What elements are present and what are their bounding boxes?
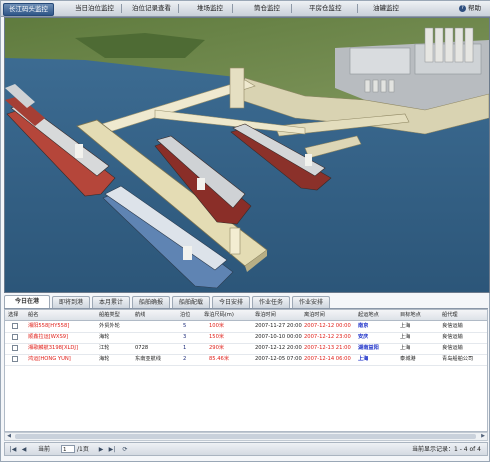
ship-name-link[interactable]: 顺鑫拉运[WXS9] [28, 332, 68, 342]
first-page-icon[interactable]: |◀ [9, 445, 17, 454]
tab-ship-confirm[interactable]: 船舶确报 [132, 296, 170, 308]
nav-item-yard-monitor[interactable]: 堆场监控 [197, 1, 223, 16]
tab-month-total[interactable]: 本月累计 [92, 296, 130, 308]
prev-page-icon[interactable]: ◀ [20, 445, 28, 454]
berth-time: 2007-12-05 07:00 [255, 356, 302, 362]
berth-size: 150米 [209, 334, 225, 340]
ship-name-link[interactable]: 鸿运[HONG YUN] [28, 354, 71, 364]
column-header[interactable]: 船代理 [442, 310, 458, 320]
nav-item-tank-monitor[interactable]: 油罐监控 [373, 1, 399, 16]
horizontal-scrollbar[interactable]: ◀ ▶ [4, 432, 488, 441]
tab-work-tasks[interactable]: 作业任务 [252, 296, 290, 308]
page-prefix: 当前 [38, 446, 51, 453]
column-header[interactable]: 船舶类型 [99, 310, 120, 320]
berth-size: 85.46米 [209, 356, 230, 362]
depart-time: 2007-12-13 21:00 [304, 345, 351, 351]
row-checkbox[interactable] [12, 334, 18, 340]
help-button[interactable]: ? 帮助 [459, 1, 481, 16]
app-title: 长江码头监控 [3, 3, 54, 16]
berth: 5 [183, 323, 187, 329]
pagination-bar: |◀ ◀ 当前 1 /1页 ▶ ▶| ⟳ 当前显示记录：1 - 4 of 4 [4, 442, 488, 456]
record-summary: 当前显示记录：1 - 4 of 4 [411, 446, 481, 453]
app-window: 长江码头监控 当日泊位监控 泊位记录查看 堆场监控 筒仓监控 平房仓监控 油罐监… [0, 0, 490, 462]
route: 0728 [135, 345, 149, 351]
nav-item-warehouse-monitor[interactable]: 平房仓监控 [309, 1, 342, 16]
destination: 上海 [400, 323, 411, 329]
tab-today-in-port[interactable]: 今日在港 [4, 295, 50, 308]
column-header[interactable]: 航线 [135, 310, 145, 320]
nav-separator [357, 4, 358, 13]
berth-size: 290米 [209, 345, 225, 351]
tab-today-schedule[interactable]: 今日安排 [212, 296, 250, 308]
nav-separator [121, 4, 122, 13]
destination: 上海 [400, 334, 411, 340]
destination: 泰城港 [400, 356, 416, 362]
agent: 良信运输 [442, 323, 463, 329]
table-header: 选择 船名 船舶类型 航线 泊位 靠泊尺码(m) 靠泊时间 离泊时间 起运地点 … [5, 310, 487, 321]
nav-separator [178, 4, 179, 13]
nav-item-berth-monitor[interactable]: 当日泊位监控 [75, 1, 114, 16]
row-checkbox[interactable] [12, 323, 18, 329]
berth: 3 [183, 334, 187, 340]
ship-name-link[interactable]: 湘阳558[HY558] [28, 321, 69, 331]
berth-time: 2007-10-10 00:00 [255, 334, 302, 340]
tab-work-arrangement[interactable]: 作业安排 [292, 296, 330, 308]
destination: 上海 [400, 345, 411, 351]
tab-bar: 今日在港 即将到港 本月累计 船舶确报 船舶配载 今日安排 作业任务 作业安排 [4, 294, 488, 309]
column-header[interactable]: 靠泊尺码(m) [204, 310, 234, 320]
row-checkbox[interactable] [12, 356, 18, 362]
scroll-right-icon[interactable]: ▶ [479, 433, 487, 440]
refresh-icon[interactable]: ⟳ [121, 445, 129, 454]
scroll-left-icon[interactable]: ◀ [5, 433, 13, 440]
port-3d-view[interactable] [4, 17, 490, 293]
top-navigation: 长江码头监控 当日泊位监控 泊位记录查看 堆场监控 筒仓监控 平房仓监控 油罐监… [1, 1, 490, 17]
berth-time: 2007-11-27 20:00 [255, 323, 302, 329]
agent: 良信运输 [442, 334, 463, 340]
ship-type: 江轮 [99, 345, 110, 351]
column-header[interactable]: 选择 [8, 310, 18, 320]
origin: 上海 [358, 356, 369, 362]
port-scene-image [5, 18, 489, 292]
berth: 1 [183, 345, 187, 351]
last-page-icon[interactable]: ▶| [108, 445, 116, 454]
nav-item-berth-records[interactable]: 泊位记录查看 [132, 1, 171, 16]
row-checkbox[interactable] [12, 345, 18, 351]
column-header[interactable]: 靠泊时间 [255, 310, 276, 320]
page-number-input[interactable]: 1 [61, 445, 75, 453]
berth: 2 [183, 356, 187, 362]
tab-arriving-soon[interactable]: 即将到港 [52, 296, 90, 308]
origin: 湖南益阳 [358, 345, 379, 351]
nav-separator [291, 4, 292, 13]
tab-ship-stowage[interactable]: 船舶配载 [172, 296, 210, 308]
ships-table: 选择 船名 船舶类型 航线 泊位 靠泊尺码(m) 靠泊时间 离泊时间 起运地点 … [4, 309, 488, 432]
origin: 安庆 [358, 334, 369, 340]
berth-time: 2007-12-12 20:00 [255, 345, 302, 351]
depart-time: 2007-12-14 06:00 [304, 356, 351, 362]
column-header[interactable]: 目标地点 [400, 310, 421, 320]
help-icon: ? [459, 4, 466, 12]
agent: 青岛船舶公司 [442, 356, 474, 362]
nav-separator [232, 4, 233, 13]
ship-name-link[interactable]: 湘歌麟航3198[XLDJ] [28, 343, 78, 353]
ship-type: 海轮 [99, 356, 110, 362]
column-header[interactable]: 起运地点 [358, 310, 379, 320]
depart-time: 2007-12-12 23:00 [304, 334, 351, 340]
depart-time: 2007-12-12 00:00 [304, 323, 351, 329]
column-header[interactable]: 离泊时间 [304, 310, 325, 320]
route: 东南亚航线 [135, 356, 161, 362]
agent: 良信运输 [442, 345, 463, 351]
help-label: 帮助 [468, 4, 481, 12]
table-row[interactable]: 鸿运[HONG YUN] 海轮 东南亚航线 2 85.46米 2007-12-0… [5, 354, 487, 366]
nav-item-silo-monitor[interactable]: 筒仓监控 [254, 1, 280, 16]
next-page-icon[interactable]: ▶ [97, 445, 105, 454]
page-suffix: /1页 [77, 446, 89, 453]
berth-size: 100米 [209, 323, 225, 329]
column-header[interactable]: 船名 [28, 310, 38, 320]
ship-type: 外贸外轮 [99, 323, 120, 329]
origin: 南京 [358, 323, 369, 329]
column-header[interactable]: 泊位 [180, 310, 190, 320]
scroll-thumb[interactable] [15, 434, 476, 439]
ship-type: 海轮 [99, 334, 110, 340]
